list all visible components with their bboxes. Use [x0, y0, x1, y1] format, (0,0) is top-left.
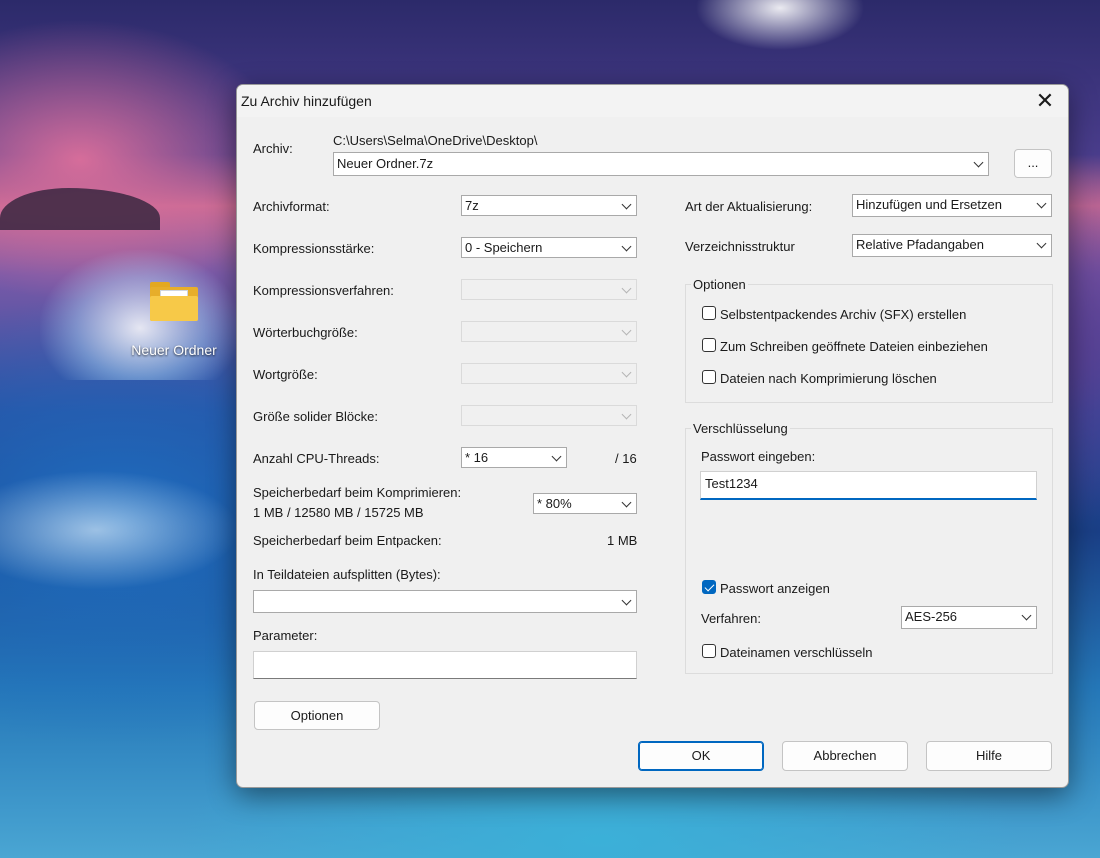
path-mode-value: Relative Pfadangaben — [856, 237, 984, 252]
archive-label: Archiv: — [253, 141, 293, 156]
options-group-title: Optionen — [691, 277, 748, 292]
encryption-group-title: Verschlüsselung — [691, 421, 790, 436]
encrypt-names-label: Dateinamen verschlüsseln — [720, 645, 873, 660]
solid-block-select — [461, 405, 637, 426]
format-label: Archivformat: — [253, 199, 330, 214]
memory-compress-label: Speicherbedarf beim Komprimieren: — [253, 485, 462, 500]
chevron-down-icon — [621, 409, 632, 420]
encrypt-names-checkbox[interactable] — [702, 644, 716, 658]
close-button[interactable]: ✕ — [1022, 85, 1068, 117]
memory-decompress-label: Speicherbedarf beim Entpacken: — [253, 533, 442, 548]
ok-button[interactable]: OK — [638, 741, 764, 771]
password-input[interactable]: Test1234 — [700, 471, 1037, 500]
chevron-down-icon — [621, 325, 632, 336]
archive-path: C:\Users\Selma\OneDrive\Desktop\ — [333, 133, 538, 148]
threads-label: Anzahl CPU-Threads: — [253, 451, 380, 466]
level-select[interactable]: 0 - Speichern — [461, 237, 637, 258]
encryption-method-value: AES-256 — [905, 609, 958, 624]
dictionary-select — [461, 321, 637, 342]
desktop-icon-label: Neuer Ordner — [131, 342, 217, 358]
add-to-archive-dialog: Zu Archiv hinzufügen ✕ Archiv: C:\Users\… — [236, 84, 1069, 788]
password-label: Passwort eingeben: — [701, 449, 816, 464]
chevron-down-icon — [1021, 610, 1032, 621]
update-mode-select[interactable]: Hinzufügen und Ersetzen — [852, 194, 1052, 217]
shared-files-checkbox[interactable] — [702, 338, 716, 352]
sfx-checkbox[interactable] — [702, 306, 716, 320]
threads-value: * 16 — [465, 450, 489, 465]
chevron-down-icon — [1036, 238, 1047, 249]
memory-compress-values: 1 MB / 12580 MB / 15725 MB — [253, 505, 424, 520]
title-bar: Zu Archiv hinzufügen ✕ — [237, 85, 1068, 117]
delete-after-checkbox[interactable] — [702, 370, 716, 384]
level-label: Kompressionsstärke: — [253, 241, 375, 256]
encryption-method-label: Verfahren: — [701, 611, 761, 626]
memory-percent-select[interactable]: * 80% — [533, 493, 637, 514]
word-size-label: Wortgröße: — [253, 367, 318, 382]
chevron-down-icon — [621, 367, 632, 378]
format-value: 7z — [465, 198, 479, 213]
split-combobox[interactable] — [253, 590, 637, 613]
update-mode-value: Hinzufügen und Ersetzen — [856, 197, 1002, 212]
chevron-down-icon — [621, 199, 632, 210]
show-password-checkbox[interactable] — [702, 580, 716, 594]
chevron-down-icon — [621, 241, 632, 252]
chevron-down-icon — [621, 595, 632, 606]
folder-icon — [148, 280, 200, 322]
wallpaper-island — [0, 188, 160, 230]
cancel-button[interactable]: Abbrechen — [782, 741, 908, 771]
encryption-group — [685, 428, 1053, 674]
dictionary-label: Wörterbuchgröße: — [253, 325, 358, 340]
method-label: Kompressionsverfahren: — [253, 283, 394, 298]
browse-button[interactable]: ... — [1014, 149, 1052, 178]
archive-name-value: Neuer Ordner.7z — [337, 156, 434, 171]
desktop-folder-icon[interactable]: Neuer Ordner — [126, 280, 222, 358]
method-select — [461, 279, 637, 300]
archive-name-combobox[interactable]: Neuer Ordner.7z — [333, 152, 989, 176]
parameters-input[interactable] — [253, 651, 637, 679]
memory-decompress-value: 1 MB — [607, 533, 638, 548]
sfx-label: Selbstentpackendes Archiv (SFX) erstelle… — [720, 307, 967, 322]
parameters-label: Parameter: — [253, 628, 318, 643]
wallpaper-wave-lower — [0, 470, 240, 590]
split-label: In Teildateien aufsplitten (Bytes): — [253, 567, 441, 582]
chevron-down-icon — [973, 157, 984, 168]
delete-after-label: Dateien nach Komprimierung löschen — [720, 371, 937, 386]
update-mode-label: Art der Aktualisierung: — [685, 199, 813, 214]
level-value: 0 - Speichern — [465, 240, 543, 255]
path-mode-select[interactable]: Relative Pfadangaben — [852, 234, 1052, 257]
chevron-down-icon — [621, 497, 632, 508]
threads-select[interactable]: * 16 — [461, 447, 567, 468]
chevron-down-icon — [1036, 198, 1047, 209]
help-button[interactable]: Hilfe — [926, 741, 1052, 771]
format-select[interactable]: 7z — [461, 195, 637, 216]
dialog-title: Zu Archiv hinzufügen — [241, 93, 372, 109]
threads-max: / 16 — [615, 451, 637, 466]
chevron-down-icon — [621, 283, 632, 294]
encryption-method-select[interactable]: AES-256 — [901, 606, 1037, 629]
chevron-down-icon — [551, 451, 562, 462]
word-size-select — [461, 363, 637, 384]
show-password-label: Passwort anzeigen — [720, 581, 830, 596]
memory-percent-value: * 80% — [537, 496, 572, 511]
close-icon: ✕ — [1035, 88, 1055, 113]
solid-block-label: Größe solider Blöcke: — [253, 409, 378, 424]
options-button[interactable]: Optionen — [254, 701, 380, 730]
shared-files-label: Zum Schreiben geöffnete Dateien einbezie… — [720, 339, 988, 354]
path-mode-label: Verzeichnisstruktur — [685, 239, 795, 254]
